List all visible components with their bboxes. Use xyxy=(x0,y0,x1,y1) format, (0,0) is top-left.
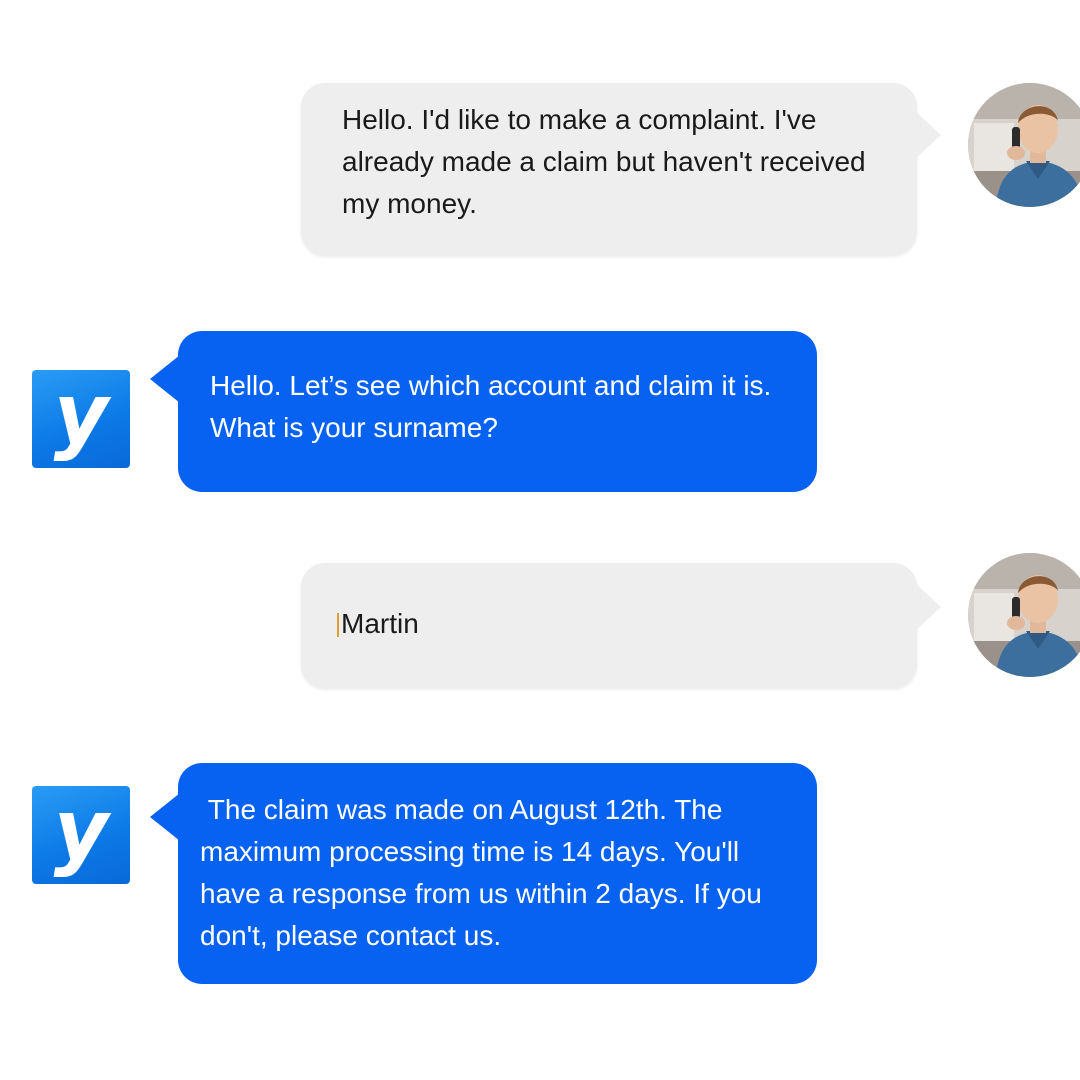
brand-y-logo: y xyxy=(32,786,130,884)
bot-message-bubble: Hello. Let’s see which account and claim… xyxy=(150,331,817,492)
user-message-bubble: Hello. I'd like to make a complaint. I'v… xyxy=(301,83,941,255)
user-avatar xyxy=(968,83,1080,207)
message-text: Hello. Let’s see which account and claim… xyxy=(210,370,772,443)
message-text: Martin xyxy=(341,608,419,639)
text-cursor-icon xyxy=(337,613,339,637)
logo-letter: y xyxy=(53,370,109,463)
bot-message-bubble: The claim was made on August 12th. The m… xyxy=(150,763,817,984)
chat-conversation: Hello. I'd like to make a complaint. I'v… xyxy=(0,0,1080,1080)
user-photo-icon xyxy=(968,553,1080,677)
message-text: Hello. I'd like to make a complaint. I'v… xyxy=(342,104,866,219)
user-avatar xyxy=(968,553,1080,677)
brand-y-logo: y xyxy=(32,370,130,468)
user-photo-icon xyxy=(968,83,1080,207)
message-text: The claim was made on August 12th. The m… xyxy=(200,794,770,951)
user-message-bubble: Martin xyxy=(301,563,941,688)
logo-letter: y xyxy=(53,786,109,879)
